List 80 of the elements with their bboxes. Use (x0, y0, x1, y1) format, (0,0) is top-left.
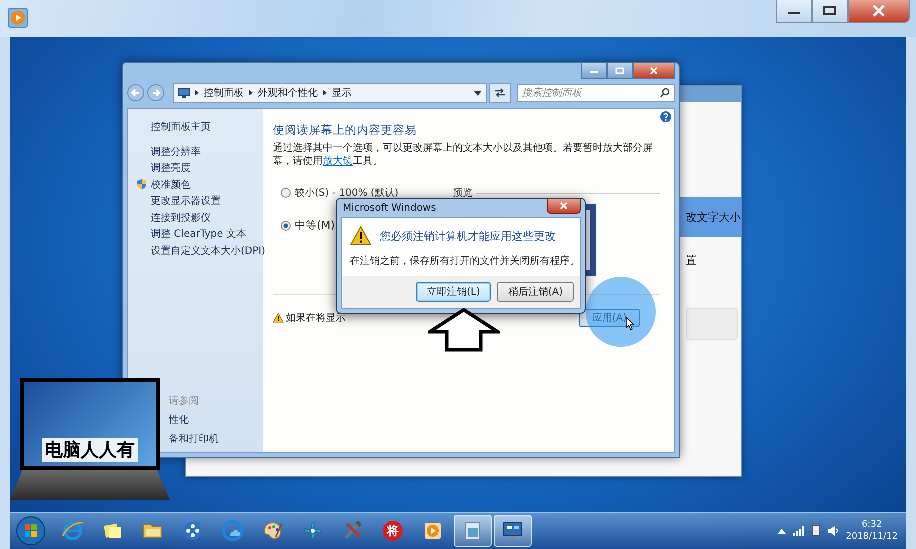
taskbar-button[interactable]: 将 (374, 515, 412, 547)
sidebar-link[interactable]: 性化 (169, 413, 263, 427)
preview-label: 预览 (453, 187, 473, 200)
pinwheel-icon (302, 520, 324, 542)
magnifier-link[interactable]: 放大镜 (323, 156, 353, 167)
taskbar-button[interactable] (494, 515, 532, 547)
search-icon (660, 88, 670, 98)
close-icon (559, 202, 569, 210)
minimize-button[interactable] (776, 0, 812, 23)
description-text: 通过选择其中一个选项，可以更改屏幕上的文本大小以及其他项。若要暂时放大部分屏幕，请使用放大镜工具。 (273, 142, 654, 168)
close-button[interactable] (547, 198, 581, 214)
close-button[interactable] (633, 63, 675, 79)
page-heading: 使阅读屏幕上的内容更容易 (273, 123, 418, 138)
sidebar-link[interactable]: 调整亮度 (151, 161, 191, 176)
palette-icon (262, 520, 284, 542)
sidebar-link[interactable]: 备和打印机 (169, 432, 263, 446)
tools-icon (342, 520, 364, 542)
sidebar-link[interactable]: 更改显示器设置 (151, 194, 221, 208)
search-field[interactable]: 搜索控制面板 (517, 84, 675, 102)
clock-date: 2018/11/12 (846, 531, 898, 543)
maximize-button[interactable] (812, 0, 848, 23)
chevron-right-icon (195, 90, 199, 96)
forward-button[interactable] (147, 84, 165, 102)
breadcrumb-item[interactable]: 外观和个性化 (258, 86, 318, 100)
monitor-icon (178, 88, 190, 98)
sidebar-link[interactable]: 控制面板主页 (151, 120, 211, 134)
minimize-button[interactable] (581, 63, 607, 79)
back-button[interactable] (127, 84, 145, 102)
option-label: 中等(M) (295, 218, 336, 233)
help-icon[interactable] (660, 111, 672, 123)
play-icon (8, 8, 28, 28)
clock[interactable]: 6:32 2018/11/12 (846, 519, 898, 543)
option-label: 较小(S) - 100% (默认) (295, 186, 399, 200)
radio-button[interactable] (281, 220, 291, 230)
start-button[interactable] (16, 516, 46, 546)
breadcrumb-item[interactable]: 控制面板 (204, 86, 244, 100)
up-arrow-icon (428, 308, 500, 352)
chevron-right-icon (323, 90, 327, 96)
dialog-message: 在注销之前，保存所有打开的文件并关闭所有程序。 (350, 254, 574, 268)
window-text: 改文字大小 (686, 210, 741, 224)
play-icon (422, 520, 444, 542)
clock-time: 6:32 (862, 519, 882, 531)
warning-icon (350, 226, 372, 246)
see-also-heading: 请参阅 (169, 394, 200, 408)
logo-text: 电脑人人有 (42, 438, 138, 462)
radio-button[interactable] (281, 188, 291, 198)
maximize-icon (615, 66, 625, 74)
globe-e-icon (62, 520, 84, 542)
dropdown-caret-icon[interactable] (474, 90, 482, 96)
dialog-title: Microsoft Windows (343, 202, 436, 214)
sidebar-link[interactable]: 调整 ClearType 文本 (151, 227, 246, 242)
device-icon[interactable] (812, 525, 822, 537)
dialog-heading: 您必须注销计算机才能应用这些更改 (380, 228, 556, 244)
sidebar-link[interactable]: 连接到投影仪 (151, 210, 211, 225)
close-icon (649, 66, 659, 74)
window-text: 置 (686, 253, 698, 268)
dialog-button[interactable]: 立即注销(L) (416, 282, 492, 302)
dialog-button[interactable]: 稍后注销(A) (497, 282, 574, 302)
close-button[interactable] (848, 0, 910, 23)
monitor-icon (502, 520, 524, 542)
cursor-icon (626, 317, 635, 331)
cloud-icon (222, 520, 244, 542)
refresh-button[interactable] (489, 83, 511, 103)
sidebar-link[interactable]: 调整分辨率 (151, 144, 201, 159)
speaker-icon[interactable] (828, 526, 840, 536)
breadcrumb-item[interactable]: 显示 (332, 86, 352, 100)
film-reel-icon (182, 520, 204, 542)
close-icon (872, 5, 886, 17)
chevron-right-icon (249, 90, 253, 96)
sidebar-link[interactable]: 设置自定义文本大小(DPI) (151, 244, 266, 258)
refresh-icon (494, 88, 506, 98)
address-bar[interactable]: 控制面板 外观和个性化 显示 (173, 83, 487, 103)
network-icon[interactable] (793, 526, 806, 536)
sidebar-link[interactable]: 校准颜色 (151, 178, 191, 192)
maximize-icon (823, 6, 837, 16)
warning-icon (273, 313, 284, 323)
shield-icon (137, 179, 147, 190)
maximize-button[interactable] (607, 63, 633, 79)
app-icon: 将 (383, 521, 403, 541)
show-hidden-icons-icon[interactable] (778, 528, 786, 534)
